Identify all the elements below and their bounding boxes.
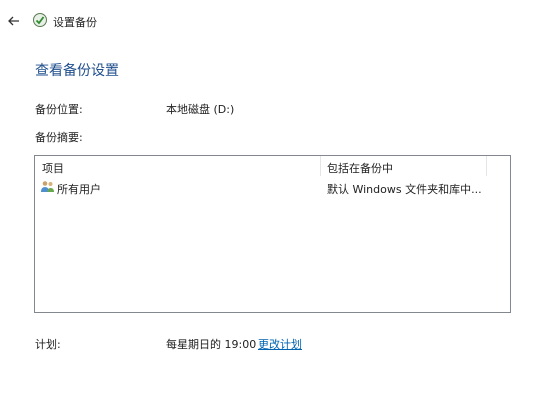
users-icon xyxy=(40,179,55,194)
column-header-included[interactable]: 包括在备份中 xyxy=(327,160,393,176)
row-included-value: 默认 Windows 文件夹和库中... xyxy=(327,183,482,196)
change-schedule-link[interactable]: 更改计划 xyxy=(258,336,302,352)
schedule-label: 计划: xyxy=(35,338,61,351)
backup-location-label: 备份位置: xyxy=(35,103,83,116)
column-separator xyxy=(486,156,487,176)
back-arrow-icon xyxy=(8,16,19,26)
backup-summary-list[interactable]: 项目 包括在备份中 所有用户 默认 Windows 文件夹和库中... xyxy=(34,155,511,313)
column-header-item[interactable]: 项目 xyxy=(42,160,64,176)
backup-summary-label: 备份摘要: xyxy=(35,131,83,144)
title-bar: 设置备份 xyxy=(0,0,545,42)
list-item[interactable]: 所有用户 默认 Windows 文件夹和库中... xyxy=(35,178,510,196)
column-separator xyxy=(320,156,321,176)
backup-location-value: 本地磁盘 (D:) xyxy=(166,103,235,116)
window-title: 设置备份 xyxy=(53,16,97,29)
page-title: 查看备份设置 xyxy=(35,63,119,79)
row-item-name: 所有用户 xyxy=(57,183,101,196)
backup-icon xyxy=(32,12,48,28)
schedule-value: 每星期日的 19:00 xyxy=(166,338,257,351)
list-header: 项目 包括在备份中 xyxy=(35,156,510,176)
back-button[interactable] xyxy=(6,13,22,29)
